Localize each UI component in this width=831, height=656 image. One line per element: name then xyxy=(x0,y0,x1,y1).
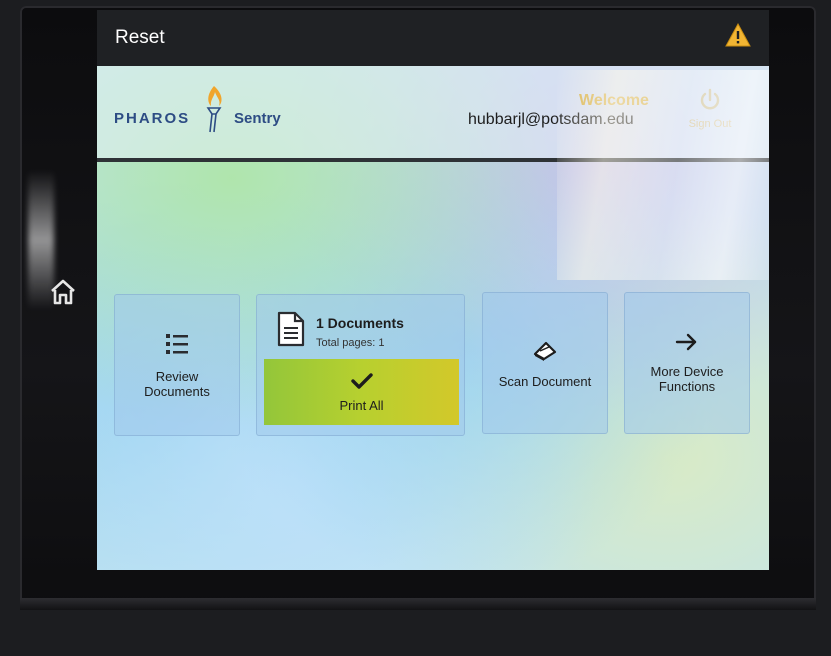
total-pages: Total pages: 1 xyxy=(316,337,385,349)
device-bottom-rim xyxy=(20,598,816,610)
checkmark-icon xyxy=(350,372,373,389)
scanner-icon xyxy=(533,341,557,361)
scan-label: Scan Document xyxy=(498,373,592,389)
reset-button[interactable]: Reset xyxy=(115,27,165,49)
top-bar: Reset xyxy=(97,10,769,66)
home-icon xyxy=(51,279,75,305)
brand-name: PHAROS xyxy=(114,110,191,127)
welcome-text: Welcome xyxy=(579,92,649,109)
product-name: Sentry xyxy=(234,110,281,127)
home-button[interactable] xyxy=(48,277,78,307)
warning-triangle-icon[interactable] xyxy=(725,22,751,48)
review-documents-tile[interactable]: Review Documents xyxy=(114,294,240,436)
print-documents-tile: 1 Documents Total pages: 1 Print All xyxy=(256,294,465,436)
sign-out-button[interactable]: Sign Out xyxy=(675,74,745,144)
more-label-line2: Functions xyxy=(658,379,716,394)
header-bar: PHAROS Sentry hubbarjl@potsdam.edu Welco… xyxy=(97,66,769,162)
print-all-label: Print All xyxy=(339,397,384,413)
document-count: 1 Documents xyxy=(316,315,404,331)
review-label-line2: Documents xyxy=(144,384,210,399)
user-email: hubbarjl@potsdam.edu xyxy=(468,111,634,128)
list-icon xyxy=(166,334,188,354)
power-icon xyxy=(700,88,720,110)
torch-logo-icon xyxy=(206,86,222,133)
document-icon xyxy=(277,311,305,347)
review-label-line1: Review xyxy=(155,369,199,384)
sign-out-label: Sign Out xyxy=(688,118,732,130)
arrow-right-icon xyxy=(675,333,697,351)
more-label-line1: More Device xyxy=(650,364,724,379)
scan-document-tile[interactable]: Scan Document xyxy=(482,292,608,434)
touch-screen: Reset PHAROS Sentry hubbarjl@potsdam.edu… xyxy=(97,10,769,570)
more-device-functions-tile[interactable]: More Device Functions xyxy=(624,292,750,434)
print-all-button[interactable]: Print All xyxy=(264,359,459,425)
